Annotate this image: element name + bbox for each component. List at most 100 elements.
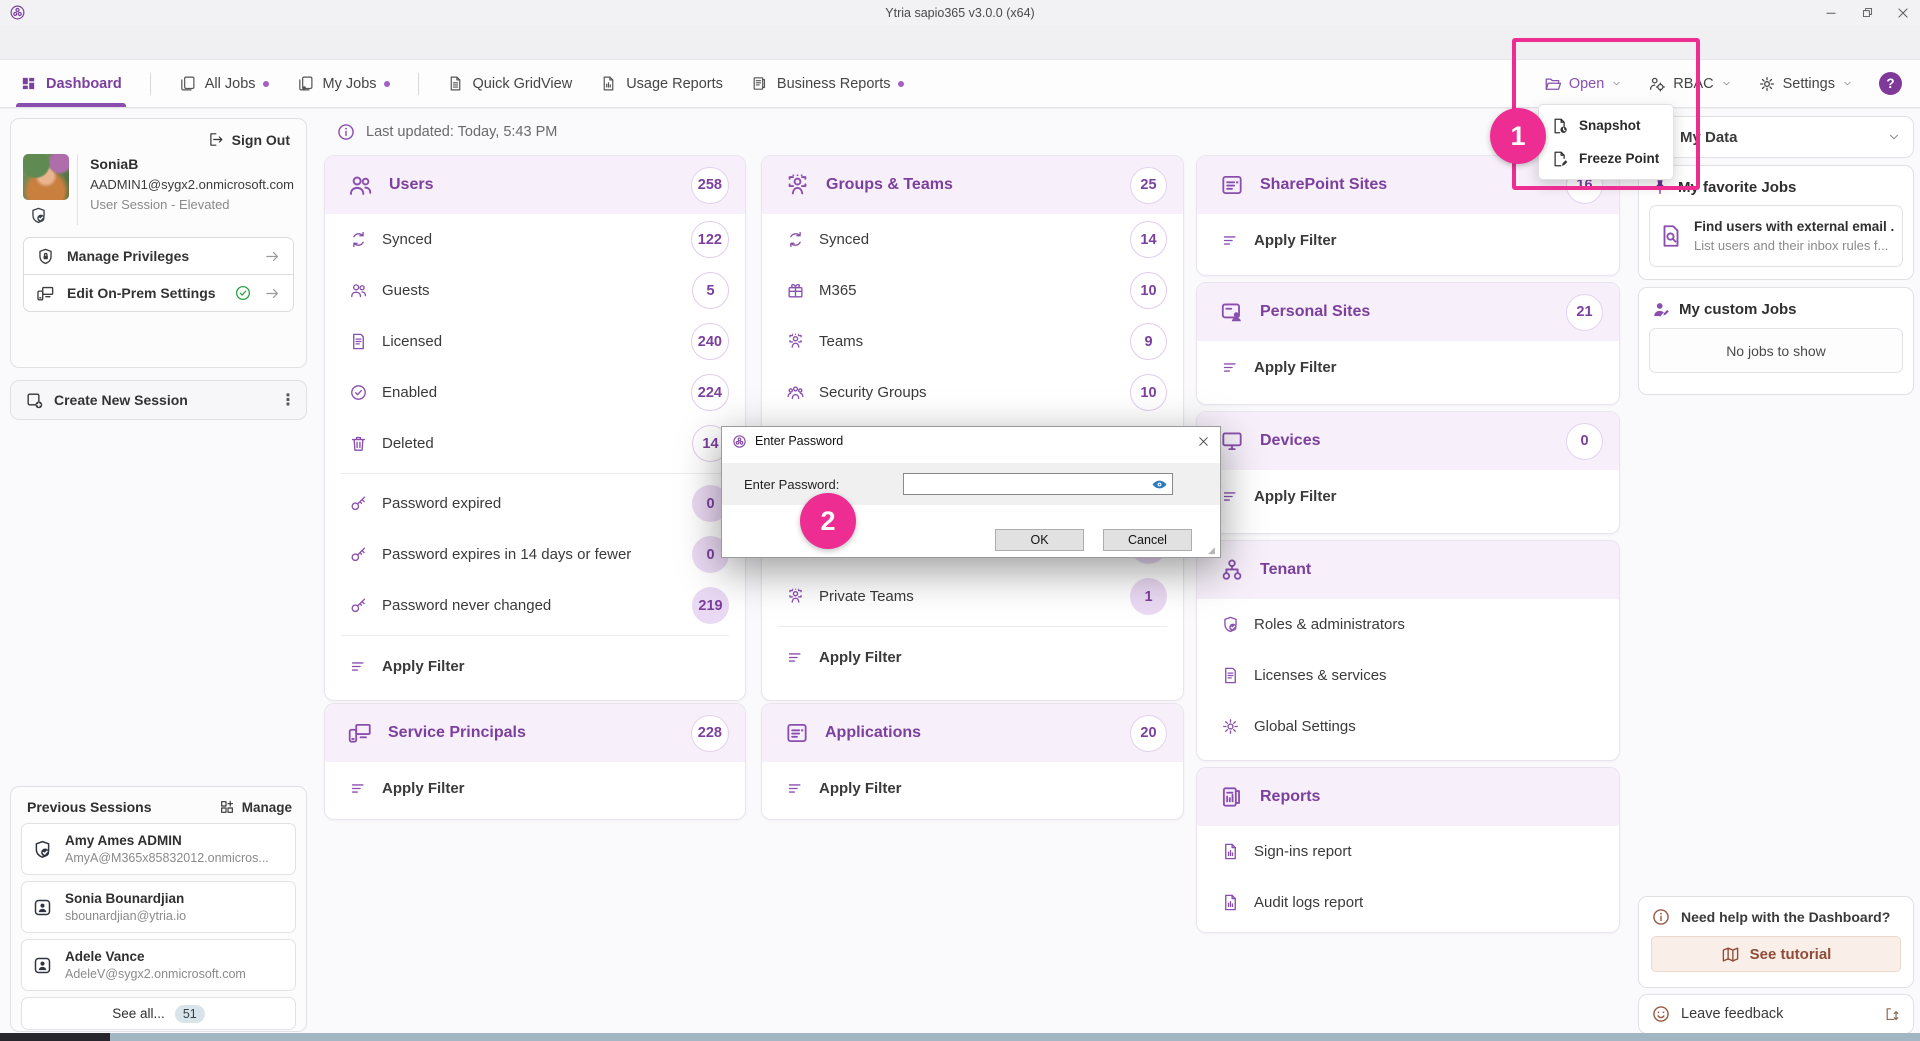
row-label: Password never changed (382, 597, 551, 614)
feedback-card[interactable]: Leave feedback (1638, 994, 1914, 1034)
tenant-header[interactable]: Tenant (1197, 541, 1619, 599)
card-title: Applications (825, 724, 921, 742)
users-row-password-expires-soon[interactable]: Password expires in 14 days or fewer 0 (325, 529, 745, 580)
devices-header[interactable]: Devices 0 (1197, 412, 1619, 470)
tenant-row-global-settings[interactable]: Global Settings (1197, 701, 1619, 752)
tenant-card: Tenant Roles & administrators Licenses &… (1196, 540, 1620, 761)
resize-grip[interactable]: ◢ (1208, 545, 1218, 555)
tenant-row-roles[interactable]: Roles & administrators (1197, 599, 1619, 650)
tab-label: Business Reports (777, 76, 891, 92)
dialog-title-bar: Enter Password (722, 427, 1220, 455)
doc-chart-icon (1221, 842, 1240, 861)
tab-all-jobs[interactable]: All Jobs (179, 60, 269, 107)
tenant-row-licenses[interactable]: Licenses & services (1197, 650, 1619, 701)
see-all-button[interactable]: See all... 51 (21, 997, 296, 1030)
close-button[interactable] (1896, 6, 1910, 20)
service-principals-header[interactable]: Service Principals 228 (325, 704, 745, 762)
ps-apply-filter-button[interactable]: Apply Filter (1197, 341, 1619, 393)
groups-apply-filter-button[interactable]: Apply Filter (762, 631, 1183, 683)
manage-privileges-button[interactable]: Manage Privileges (23, 237, 294, 275)
users-row-synced[interactable]: Synced 122 (325, 214, 745, 265)
groups-row-synced[interactable]: Synced 14 (762, 214, 1183, 265)
manage-label: Manage (242, 800, 292, 815)
service-principals-icon (347, 720, 373, 746)
reports-row-audit-logs[interactable]: Audit logs report (1197, 877, 1619, 928)
tab-label: All Jobs (205, 76, 256, 92)
annotation-step-1: 1 (1490, 108, 1546, 164)
apps-count-badge: 20 (1130, 715, 1167, 752)
manage-sessions-button[interactable]: Manage (219, 799, 292, 815)
minimize-button[interactable] (1824, 6, 1838, 20)
cancel-button[interactable]: Cancel (1103, 529, 1192, 551)
row-label: Audit logs report (1254, 894, 1363, 911)
settings-button[interactable]: Settings (1758, 75, 1853, 93)
reports-header[interactable]: Reports (1197, 768, 1619, 826)
row-count-badge: 10 (1130, 374, 1167, 411)
groups-card-header[interactable]: Groups & Teams 25 (762, 156, 1183, 214)
ok-button[interactable]: OK (995, 529, 1084, 551)
reports-icon (1219, 784, 1245, 810)
avatar (23, 154, 69, 200)
create-new-session-button[interactable]: Create New Session ⋮ (10, 380, 307, 420)
help-button[interactable]: ? (1879, 72, 1902, 95)
row-label: Private Teams (819, 588, 914, 605)
session-list-item[interactable]: Adele Vance AdeleV@sygx2.onmicrosoft.com (21, 939, 296, 991)
groups-row-private-teams[interactable]: Private Teams 1 (762, 571, 1183, 622)
see-tutorial-button[interactable]: See tutorial (1651, 936, 1901, 972)
apps-apply-filter-button[interactable]: Apply Filter (762, 762, 1183, 814)
title-bar: Ytria sapio365 v3.0.0 (x64) (0, 0, 1920, 25)
users-row-password-expired[interactable]: Password expired 0 (325, 478, 745, 529)
show-password-eye-icon[interactable] (1151, 476, 1172, 493)
sp-apply-filter-button[interactable]: Apply Filter (1197, 214, 1619, 266)
users-row-enabled[interactable]: Enabled 224 (325, 367, 745, 418)
tab-my-jobs[interactable]: My Jobs (297, 60, 390, 107)
last-updated: Last updated: Today, 5:43 PM (336, 122, 557, 142)
devices-icon (1219, 428, 1245, 454)
tab-business-reports[interactable]: Business Reports (751, 60, 904, 107)
card-title: Personal Sites (1260, 303, 1370, 321)
favorite-job-item[interactable]: Find users with external email ... List … (1649, 205, 1903, 267)
reports-row-signins[interactable]: Sign-ins report (1197, 826, 1619, 877)
sign-out-label: Sign Out (232, 132, 290, 148)
sign-out-button[interactable]: Sign Out (23, 127, 294, 154)
row-count-badge: 10 (1130, 272, 1167, 309)
groups-row-m365[interactable]: M365 10 (762, 265, 1183, 316)
users-row-deleted[interactable]: Deleted 14 (325, 418, 745, 469)
spn-apply-filter-button[interactable]: Apply Filter (325, 762, 745, 814)
users-card-header[interactable]: Users 258 (325, 156, 745, 214)
users-row-password-never-changed[interactable]: Password never changed 219 (325, 580, 745, 631)
edit-onprem-button[interactable]: Edit On-Prem Settings (23, 274, 294, 312)
security-groups-icon (786, 383, 805, 402)
sharepoint-icon (1219, 172, 1245, 198)
groups-row-teams[interactable]: Teams 9 (762, 316, 1183, 367)
tab-quick-gridview[interactable]: Quick GridView (447, 60, 573, 107)
expand-icon[interactable] (1884, 1006, 1901, 1023)
kebab-menu-icon[interactable]: ⋮ (280, 390, 296, 410)
session-list-item[interactable]: Sonia Bounardjian sbounardjian@ytria.io (21, 881, 296, 933)
tab-label: Usage Reports (626, 76, 723, 92)
row-label: Deleted (382, 435, 434, 452)
tab-dashboard[interactable]: Dashboard (20, 60, 122, 107)
personal-sites-header[interactable]: Personal Sites 21 (1197, 283, 1619, 341)
session-list-item[interactable]: Amy Ames ADMIN AmyA@M365x85832012.onmicr… (21, 823, 296, 875)
devices-apply-filter-button[interactable]: Apply Filter (1197, 470, 1619, 522)
apply-filter-label: Apply Filter (382, 780, 465, 797)
row-label: Password expires in 14 days or fewer (382, 546, 631, 563)
restore-button[interactable] (1860, 6, 1874, 20)
see-tutorial-label: See tutorial (1750, 946, 1832, 963)
password-input[interactable] (904, 475, 1151, 493)
edit-onprem-label: Edit On-Prem Settings (67, 285, 216, 301)
users-row-licensed[interactable]: Licensed 240 (325, 316, 745, 367)
dialog-close-icon[interactable] (1194, 432, 1212, 450)
users-row-guests[interactable]: Guests 5 (325, 265, 745, 316)
filter-icon (786, 648, 805, 667)
teams-icon (786, 332, 805, 351)
row-label: Licenses & services (1254, 667, 1387, 684)
previous-sessions-title: Previous Sessions (27, 799, 152, 815)
groups-row-security-groups[interactable]: Security Groups 10 (762, 367, 1183, 418)
tab-usage-reports[interactable]: Usage Reports (600, 60, 723, 107)
card-title: Reports (1260, 788, 1320, 806)
applications-header[interactable]: Applications 20 (762, 704, 1183, 762)
apply-filter-label: Apply Filter (382, 658, 465, 675)
users-apply-filter-button[interactable]: Apply Filter (325, 640, 745, 692)
